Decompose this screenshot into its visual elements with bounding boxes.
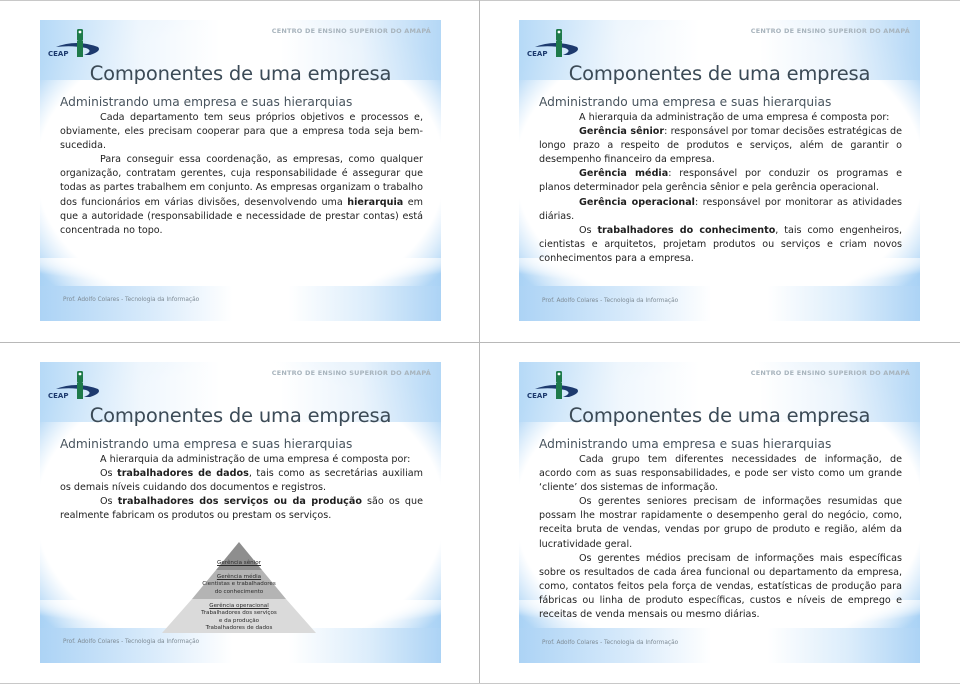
org-name: CENTRO DE ENSINO SUPERIOR DO AMAPÁ <box>271 27 431 35</box>
paragraph-text: Os gerentes médios precisam de informaçõ… <box>539 552 902 621</box>
body-paragraph: Os gerentes médios precisam de informaçõ… <box>539 552 902 622</box>
slide-title: Componentes de uma empresa <box>89 404 392 427</box>
body-paragraph: Cada grupo tem diferentes necessidades d… <box>539 453 902 495</box>
paragraph-text: Os <box>579 224 598 236</box>
slide-body: A hierarquia da administração de uma emp… <box>539 111 902 266</box>
svg-text:CEAP: CEAP <box>48 392 68 400</box>
slide-body: Cada grupo tem diferentes necessidades d… <box>539 453 902 622</box>
pyramid-label-senior: Gerência sênior <box>217 560 261 566</box>
paragraph-text: A hierarquia da administração de uma emp… <box>579 112 890 123</box>
body-paragraph: Para conseguir essa coordenação, as empr… <box>60 153 423 238</box>
ceap-logo-icon: CEAP <box>527 29 578 58</box>
slide-footer-text: Prof. Adolfo Colares - Tecnologia da Inf… <box>542 640 679 646</box>
page-border-top <box>0 0 960 1</box>
ceap-logo-icon: CEAP <box>48 29 99 58</box>
slide-subtitle: Administrando uma empresa e suas hierarq… <box>60 437 353 451</box>
slide-3: CEAP CENTRO DE ENSINO SUPERIOR DO AMAPÁ … <box>40 362 441 663</box>
slide-subtitle: Administrando uma empresa e suas hierarq… <box>60 95 353 109</box>
body-paragraph: A hierarquia da administração de uma emp… <box>60 453 423 467</box>
slide-subtitle: Administrando uma empresa e suas hierarq… <box>539 437 832 451</box>
paragraph-text: Os <box>100 496 118 508</box>
org-name: CENTRO DE ENSINO SUPERIOR DO AMAPÁ <box>750 369 910 377</box>
emphasis-text: Gerência média <box>579 168 669 180</box>
svg-text:CEAP: CEAP <box>527 50 547 58</box>
paragraph-text: A hierarquia da administração de uma emp… <box>100 454 411 465</box>
ceap-logo-icon: CEAP <box>48 371 99 400</box>
page-divider-horizontal <box>0 342 960 343</box>
body-paragraph: Os trabalhadores dos serviços ou da prod… <box>60 495 423 523</box>
paragraph-text: Os <box>100 468 118 480</box>
slide-title: Componentes de uma empresa <box>89 62 392 85</box>
slide-footer-band <box>40 258 441 321</box>
svg-text:CEAP: CEAP <box>48 50 68 58</box>
emphasis-text: trabalhadores do conhecimento <box>597 224 776 236</box>
pyramid-label-operational: Gerência operacional Trabalhadores dos s… <box>201 603 277 631</box>
body-paragraph: Gerência sênior: responsável por tomar d… <box>539 125 902 167</box>
paragraph-text: Cada grupo tem diferentes necessidades d… <box>539 454 902 494</box>
slide-4: CEAP CENTRO DE ENSINO SUPERIOR DO AMAPÁ … <box>519 362 920 663</box>
body-paragraph: Gerência operacional: responsável por mo… <box>539 196 902 224</box>
body-paragraph: Gerência média: responsável por conduzir… <box>539 167 902 195</box>
slide-2: CEAP CENTRO DE ENSINO SUPERIOR DO AMAPÁ … <box>519 20 920 321</box>
body-paragraph: Cada departamento tem seus próprios obje… <box>60 111 423 153</box>
svg-text:CEAP: CEAP <box>527 392 547 400</box>
paragraph-text: Os gerentes seniores precisam de informa… <box>539 496 902 550</box>
paragraph-text: Cada departamento tem seus próprios obje… <box>60 112 423 152</box>
slide-subtitle: Administrando uma empresa e suas hierarq… <box>539 95 832 109</box>
emphasis-text: Gerência sênior <box>579 126 665 138</box>
org-name: CENTRO DE ENSINO SUPERIOR DO AMAPÁ <box>750 27 910 35</box>
slide-body: Cada departamento tem seus próprios obje… <box>60 111 423 238</box>
slide-footer-text: Prof. Adolfo Colares - Tecnologia da Inf… <box>542 298 679 304</box>
body-paragraph: Os trabalhadores do conhecimento, tais c… <box>539 224 902 266</box>
slide-footer-text: Prof. Adolfo Colares - Tecnologia da Inf… <box>63 297 200 303</box>
body-paragraph: A hierarquia da administração de uma emp… <box>539 111 902 125</box>
body-paragraph: Os gerentes seniores precisam de informa… <box>539 495 902 551</box>
slide-title: Componentes de uma empresa <box>568 404 871 427</box>
hierarchy-pyramid: Gerência sênior Gerência média Cientista… <box>150 542 328 634</box>
slide-1: CEAP CENTRO DE ENSINO SUPERIOR DO AMAPÁ … <box>40 20 441 321</box>
slide-body: A hierarquia da administração de uma emp… <box>60 453 423 523</box>
body-paragraph: Os trabalhadores de dados, tais como as … <box>60 467 423 495</box>
pyramid-label-middle: Gerência média Cientistas e trabalhadore… <box>202 574 276 595</box>
emphasis-text: hierarquia <box>347 196 404 208</box>
emphasis-text: trabalhadores dos serviços ou da produçã… <box>117 496 362 508</box>
slide-title: Componentes de uma empresa <box>568 62 871 85</box>
ceap-logo-icon: CEAP <box>527 371 578 400</box>
emphasis-text: trabalhadores de dados <box>117 468 249 480</box>
emphasis-text: Gerência operacional <box>579 196 695 208</box>
org-name: CENTRO DE ENSINO SUPERIOR DO AMAPÁ <box>271 369 431 377</box>
slide-footer-text: Prof. Adolfo Colares - Tecnologia da Inf… <box>63 639 200 645</box>
